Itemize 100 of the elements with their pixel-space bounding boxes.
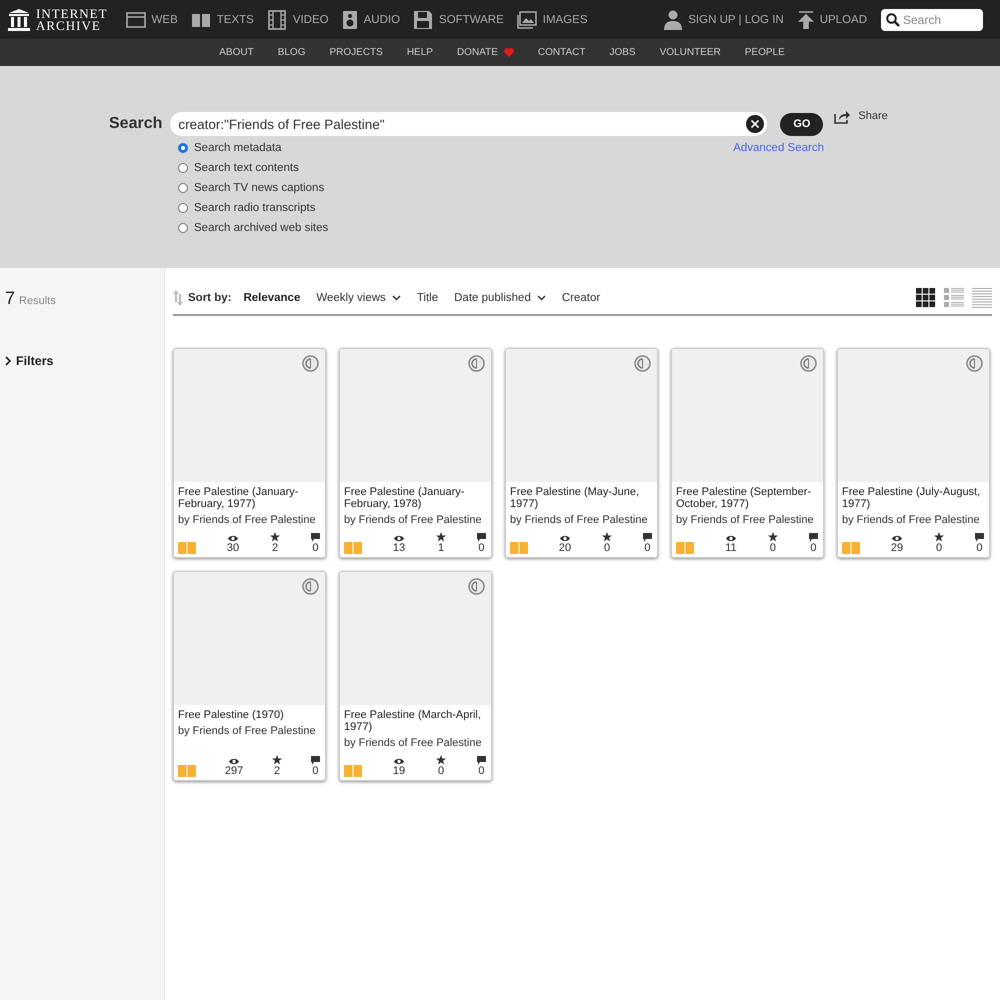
radio-button[interactable] [178, 143, 188, 153]
star-icon [270, 532, 280, 542]
view-count: 297 [224, 766, 244, 777]
nav-link[interactable]: WEB [126, 12, 178, 28]
item-title[interactable]: Free Palestine (1970) [174, 707, 325, 721]
nav-link[interactable]: BLOG [278, 47, 306, 58]
advanced-search-link[interactable]: Advanced Search [733, 142, 824, 234]
book-icon [676, 542, 694, 554]
filters-toggle[interactable]: Filters [5, 354, 164, 368]
star-icon [768, 532, 778, 542]
favorite-count: 2 [272, 543, 278, 554]
results-count: 7 [5, 288, 16, 309]
logo-text[interactable]: INTERNET ARCHIVE [36, 8, 108, 32]
search-input[interactable]: creator:"Friends of Free Palestine" [170, 112, 768, 136]
view-count: 19 [392, 766, 406, 777]
item-card[interactable]: Free Palestine (January-February, 1978) by Friends of Free Palestine 13 1 0 [339, 348, 492, 558]
nav-link[interactable]: PROJECTS [329, 47, 383, 58]
eye-icon [892, 535, 902, 542]
item-title[interactable]: Free Palestine (January-February, 1978) [340, 484, 491, 510]
item-title[interactable]: Free Palestine (March-April, 1977) [340, 707, 491, 733]
license-badge-icon [302, 355, 319, 372]
radio-button[interactable] [178, 183, 188, 193]
sort-option[interactable]: Relevance [243, 292, 300, 304]
comment-icon [974, 533, 984, 542]
eye-icon [394, 535, 404, 542]
review-count: 0 [312, 543, 319, 554]
item-title[interactable]: Free Palestine (May-June, 1977) [506, 484, 657, 510]
list-compact-view-icon[interactable] [972, 288, 992, 308]
tiles-view-icon[interactable] [916, 288, 936, 308]
favorite-count: 0 [770, 543, 776, 554]
radio-button[interactable] [178, 203, 188, 213]
view-count: 30 [226, 543, 240, 554]
nav-link[interactable]: SOFTWARE [413, 10, 504, 30]
sort-option[interactable]: Weekly views [316, 292, 401, 304]
item-card[interactable]: Free Palestine (May-June, 1977) by Friends of Free Palestine 20 0 0 [505, 348, 658, 558]
nav-link[interactable]: VOLUNTEER [660, 47, 721, 58]
chevron-right-icon [5, 356, 11, 366]
search-field[interactable]: Search [881, 8, 983, 30]
book-icon [510, 542, 528, 554]
item-title[interactable]: Free Palestine (September-October, 1977) [672, 484, 823, 510]
star-icon [602, 532, 612, 542]
license-badge-icon [468, 578, 485, 595]
comment-icon [642, 533, 652, 542]
item-creator: by Friends of Free Palestine [343, 513, 483, 526]
results-label: Results [19, 295, 56, 307]
item-creator: by Friends of Free Palestine [675, 513, 815, 526]
radio-label: Search TV news captions [194, 182, 324, 194]
search-label: Search [109, 115, 162, 133]
radio-button[interactable] [178, 163, 188, 173]
item-card[interactable]: Free Palestine (September-October, 1977) by Friends of Free Palestine 11 0 0 [671, 348, 824, 558]
nav-link[interactable]: JOBS [609, 47, 636, 58]
book-icon [178, 542, 196, 554]
film-strip-icon [266, 10, 287, 30]
upload-link[interactable]: UPLOAD [798, 10, 867, 28]
view-count: 13 [392, 543, 406, 554]
view-count: 20 [558, 543, 572, 554]
book-icon [344, 542, 362, 554]
nav-link[interactable]: AUDIO [342, 10, 400, 30]
license-badge-icon [634, 355, 651, 372]
item-card[interactable]: Free Palestine (1970) by Friends of Free Palestine 297 2 0 [173, 571, 326, 781]
item-card[interactable]: Free Palestine (March-April, 1977) by Friends of Free Palestine 19 0 0 [339, 571, 492, 781]
item-creator: by Friends of Free Palestine [841, 513, 981, 526]
share-link[interactable]: Share [834, 110, 888, 124]
license-badge-icon [302, 578, 319, 595]
review-count: 0 [478, 766, 485, 777]
nav-link[interactable]: HELP [406, 47, 433, 58]
favorite-count: 0 [604, 543, 610, 554]
radio-button[interactable] [178, 223, 188, 233]
radio-label: Search radio transcripts [194, 202, 316, 214]
nav-link[interactable]: ABOUT [219, 47, 254, 58]
nav-link[interactable]: TEXTS [190, 12, 254, 28]
eye-icon [229, 758, 240, 765]
view-count: 29 [890, 543, 904, 554]
license-badge-icon [966, 355, 983, 372]
comment-icon [310, 533, 320, 542]
go-button[interactable]: GO [780, 112, 824, 136]
star-icon [272, 755, 282, 765]
star-icon [436, 755, 446, 765]
item-creator: by Friends of Free Palestine [509, 513, 649, 526]
comment-icon [808, 533, 818, 542]
comment-icon [476, 756, 486, 765]
sort-option[interactable]: Date published [454, 292, 546, 304]
nav-link[interactable]: PEOPLE [744, 47, 785, 58]
review-count: 0 [810, 543, 817, 554]
nav-link[interactable]: DONATE [456, 47, 514, 58]
item-card[interactable]: Free Palestine (July-August, 1977) by Friends of Free Palestine 29 0 0 [837, 348, 990, 558]
list-detail-view-icon[interactable] [944, 288, 964, 308]
review-count: 0 [644, 543, 651, 554]
favorite-count: 0 [438, 766, 444, 777]
sign-in-link[interactable]: SIGN UP | LOG IN [664, 10, 784, 30]
item-title[interactable]: Free Palestine (July-August, 1977) [838, 484, 989, 510]
nav-link[interactable]: VIDEO [266, 10, 329, 30]
nav-link[interactable]: IMAGES [516, 10, 588, 28]
nav-link[interactable]: CONTACT [538, 47, 586, 58]
sort-option[interactable]: Creator [562, 292, 600, 304]
item-card[interactable]: Free Palestine (January-February, 1977) by Friends of Free Palestine 30 2 0 [173, 348, 326, 558]
sort-option[interactable]: Title [416, 292, 438, 304]
item-title[interactable]: Free Palestine (January-February, 1977) [174, 484, 325, 510]
person-icon [664, 10, 682, 30]
clear-icon[interactable] [746, 115, 764, 133]
